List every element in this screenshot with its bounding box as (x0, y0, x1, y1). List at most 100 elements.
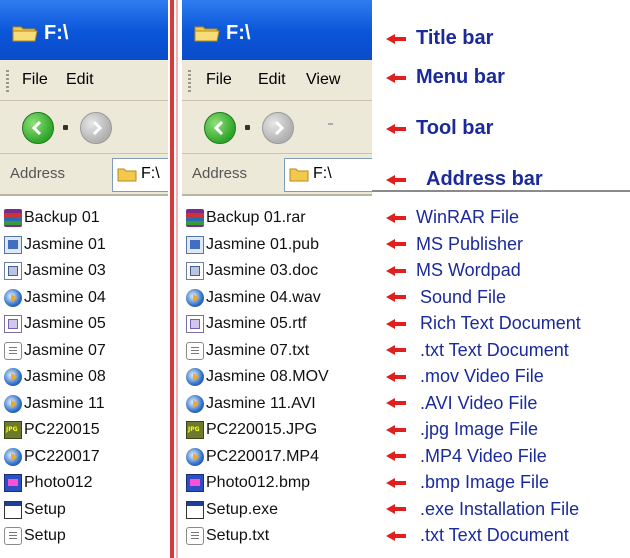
annotation-file-type: MS Publisher (386, 234, 523, 255)
back-dropdown-icon[interactable] (245, 125, 250, 130)
file-item[interactable]: PC220017 (4, 444, 100, 470)
file-name: PC220015.JPG (206, 421, 318, 438)
red-arrow-icon (386, 343, 408, 357)
toolbar-grip[interactable] (6, 70, 9, 92)
title-bar[interactable]: F:\ (182, 0, 372, 60)
media-icon (4, 368, 22, 386)
exe-icon (186, 500, 204, 519)
annotation-tool-bar: Tool bar (386, 117, 493, 140)
annotation-file-type: Rich Text Document (386, 313, 581, 334)
file-item[interactable]: Jasmine 03.doc (186, 258, 318, 284)
menu-edit[interactable]: Edit (258, 71, 286, 89)
media-icon (4, 447, 22, 466)
media-icon (186, 394, 204, 413)
address-value: F:\ (141, 165, 160, 182)
file-name: Jasmine 07.txt (206, 341, 310, 359)
forward-button[interactable] (262, 112, 294, 144)
red-arrow-icon (386, 423, 408, 437)
file-item[interactable]: Jasmine 11 (4, 391, 105, 417)
red-arrow-icon (386, 32, 408, 46)
file-name: Jasmine 08 (24, 368, 106, 385)
folder-icon (289, 168, 309, 182)
file-name: PC220017 (24, 447, 100, 465)
rtf-icon (4, 315, 22, 333)
file-name: Backup 01 (24, 209, 100, 226)
text-icon (186, 341, 204, 360)
file-item[interactable]: Jasmine 05 (4, 311, 106, 337)
file-name: Jasmine 05 (24, 315, 106, 332)
file-item[interactable]: Backup 01.rar (186, 205, 306, 231)
file-item[interactable]: Setup.exe (186, 497, 278, 523)
file-item[interactable]: Jasmine 01 (4, 232, 106, 258)
toolbar-grip[interactable] (188, 70, 191, 92)
folder-icon (12, 26, 38, 42)
back-button[interactable] (22, 112, 54, 144)
annotation-file-type: .mov Video File (386, 366, 544, 387)
file-item[interactable]: Setup (4, 523, 66, 549)
file-name: Jasmine 03.doc (206, 262, 319, 279)
back-button[interactable] (204, 112, 236, 144)
divider (170, 0, 174, 558)
back-dropdown-icon[interactable] (63, 125, 68, 130)
file-item[interactable]: Setup (4, 497, 66, 523)
forward-arrow-icon (274, 120, 285, 136)
file-item[interactable]: Setup.txt (186, 523, 269, 549)
file-name: Jasmine 11.AVI (206, 394, 316, 412)
file-item[interactable]: Jasmine 04 (4, 285, 106, 311)
rtf-icon (186, 315, 204, 333)
media-icon (186, 447, 204, 466)
red-arrow-icon (386, 264, 408, 278)
red-arrow-icon (386, 529, 408, 543)
menu-view[interactable]: View (306, 71, 340, 89)
file-item[interactable]: Jasmine 08.MOV (186, 364, 329, 390)
forward-button[interactable] (80, 112, 112, 144)
tool-bar (182, 101, 372, 154)
file-name: Photo012.bmp (206, 474, 311, 491)
file-name: Backup 01.rar (206, 209, 306, 226)
file-item[interactable]: Jasmine 07.txt (186, 338, 309, 364)
annotation-file-type: .jpg Image File (386, 419, 538, 440)
annotation-file-type: .AVI Video File (386, 393, 537, 414)
file-item[interactable]: Jasmine 05.rtf (186, 311, 306, 337)
red-arrow-icon (386, 317, 408, 331)
address-label: Address (10, 165, 66, 182)
file-name: Jasmine 05.rtf (206, 315, 307, 332)
red-arrow-icon (386, 502, 408, 516)
file-item[interactable]: Jasmine 11.AVI (186, 391, 316, 417)
publisher-icon (186, 235, 204, 254)
title-bar[interactable]: F:\ (0, 0, 168, 60)
red-arrow-icon (386, 237, 408, 251)
file-item[interactable]: Jasmine 04.wav (186, 285, 321, 311)
file-item[interactable]: PC220015 (4, 417, 100, 443)
file-item[interactable]: PC220015.JPG (186, 417, 317, 443)
file-item[interactable]: PC220017.MP4 (186, 444, 319, 470)
red-arrow-icon (386, 122, 408, 136)
annotation-file-type: Sound File (386, 287, 506, 308)
folder-icon (194, 26, 220, 42)
file-item[interactable]: Backup 01 (4, 205, 100, 231)
forward-dropdown-icon[interactable] (328, 123, 333, 125)
address-value: F:\ (313, 165, 332, 182)
menu-edit[interactable]: Edit (66, 71, 94, 89)
red-arrow-icon (386, 370, 408, 384)
file-name: Jasmine 01 (24, 235, 106, 253)
file-item[interactable]: Jasmine 07 (4, 338, 106, 364)
address-bar: Address F:\ (0, 154, 168, 196)
window-title: F:\ (44, 22, 69, 44)
file-item[interactable]: Jasmine 08 (4, 364, 106, 390)
file-item[interactable]: Jasmine 03 (4, 258, 106, 284)
file-item[interactable]: Photo012 (4, 470, 93, 496)
file-item[interactable]: Photo012.bmp (186, 470, 310, 496)
address-input[interactable]: F:\ (112, 158, 168, 192)
menu-file[interactable]: File (22, 71, 48, 89)
file-name: Jasmine 01.pub (206, 235, 319, 253)
media-icon (4, 394, 22, 413)
red-arrow-icon (386, 476, 408, 490)
publisher-icon (4, 235, 22, 254)
annotation-file-type: WinRAR File (386, 207, 519, 228)
address-input[interactable]: F:\ (284, 158, 372, 192)
window-title: F:\ (226, 22, 251, 44)
file-item[interactable]: Jasmine 01.pub (186, 232, 319, 258)
menu-file[interactable]: File (206, 71, 232, 89)
wordpad-icon (4, 262, 22, 280)
